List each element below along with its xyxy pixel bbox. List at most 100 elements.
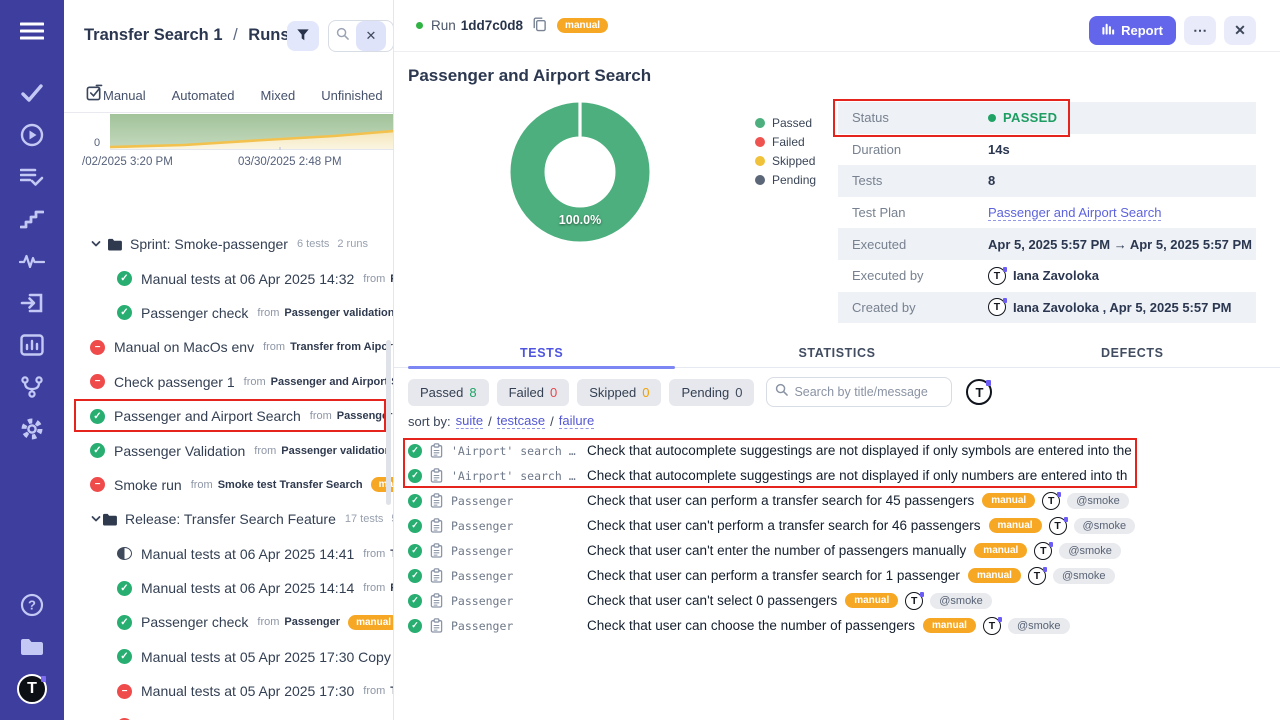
status-filter-chip[interactable]: Failed 0 — [497, 379, 570, 406]
tree-row[interactable]: Check passenger 1 from Passenger and Air… — [64, 365, 393, 399]
test-row[interactable]: 'Airport' search … Check that autocomple… — [394, 438, 1280, 463]
more-button[interactable]: ⋯ — [1184, 16, 1216, 45]
app-window: ? T Transfer Search 1 / Runs ✕ Manual — [0, 0, 1280, 720]
sort-link[interactable]: testcase — [497, 413, 545, 429]
assignee-filter-avatar-button[interactable]: T — [966, 379, 992, 405]
tree-row[interactable]: Manual tests at 06 Apr 2025 14:14 from P… — [64, 571, 393, 605]
test-row[interactable]: Passenger Check that user can perform a … — [394, 563, 1280, 588]
report-button-label: Report — [1121, 23, 1163, 38]
clear-search-button[interactable]: ✕ — [356, 21, 386, 51]
chip-count: 0 — [550, 385, 557, 400]
import-icon[interactable] — [11, 282, 53, 324]
tree-row[interactable]: Manual tests at 05 Apr 2025 17:30 Copy f… — [64, 640, 393, 674]
test-row[interactable]: Passenger Check that user can't perform … — [394, 513, 1280, 538]
from-label: from — [310, 410, 332, 422]
menu-icon[interactable] — [11, 10, 53, 52]
test-suite-name: Passenger — [451, 569, 583, 583]
run-details-table: Status PASSED Duration 14s Tests 8 Test … — [838, 102, 1256, 323]
chevron-down-icon[interactable] — [90, 238, 107, 250]
tree-row-label: Passenger Validation — [114, 443, 245, 459]
tests-icon[interactable] — [11, 72, 53, 114]
legend-item: Failed — [755, 132, 816, 151]
tab[interactable]: STATISTICS — [689, 338, 984, 367]
branch-icon[interactable] — [11, 366, 53, 408]
test-row[interactable]: Passenger Check that user can perform a … — [394, 488, 1280, 513]
sort-link[interactable]: suite — [456, 413, 483, 429]
test-row[interactable]: Passenger Check that user can choose the… — [394, 613, 1280, 638]
filter-button[interactable] — [287, 21, 319, 51]
detail-label: Duration — [838, 142, 988, 157]
runs-filter-tab[interactable]: Automated — [172, 88, 235, 103]
report-chart-icon — [1102, 23, 1115, 38]
analytics-icon[interactable] — [11, 324, 53, 366]
folder-tests-count: 17 tests — [345, 513, 384, 525]
tree-row[interactable]: Manual tests at 06 Apr 2025 14:32 from P… — [64, 261, 393, 295]
chip-label: Passed — [420, 385, 463, 400]
results-donut-chart: 100.0% — [495, 87, 665, 257]
test-plan-link[interactable]: Passenger and Airport Search — [988, 205, 1161, 221]
help-icon[interactable]: ? — [11, 584, 53, 626]
test-row[interactable]: Passenger Check that user can't enter th… — [394, 538, 1280, 563]
run-status-icon — [117, 271, 132, 286]
runs-tree: Sprint: Smoke-passenger 6 tests 2 runs M… — [64, 227, 393, 720]
source-suite-label: Tran — [390, 685, 393, 697]
run-status-dot — [416, 22, 423, 29]
test-title: Check that autocomplete suggestings are … — [587, 468, 1127, 483]
tree-row[interactable]: Sprint: Smoke-passenger 6 tests 2 runs — [64, 227, 393, 261]
tree-row[interactable]: Passenger check from Passenger validatio… — [64, 296, 393, 330]
test-row[interactable]: 'Airport' search … Check that autocomple… — [394, 463, 1280, 488]
chart-x-label-2: 03/30/2025 2:48 PM — [238, 156, 342, 168]
settings-icon[interactable] — [11, 408, 53, 450]
tree-scrollbar[interactable] — [386, 340, 391, 505]
tree-row[interactable]: Passenger Validation from Passenger vali… — [64, 433, 393, 467]
from-label: from — [363, 685, 385, 697]
tree-row[interactable]: Passenger and Airport Search from Passen… — [64, 399, 393, 433]
tab[interactable]: TESTS — [394, 338, 689, 367]
sort-link[interactable]: failure — [559, 413, 594, 429]
copy-run-id-button[interactable] — [532, 16, 547, 35]
avatar: T — [988, 298, 1006, 316]
runs-filter-tab[interactable]: Mixed — [261, 88, 296, 103]
tree-row[interactable]: Manual tests at 05 Apr 2025 17:30 from T… — [64, 674, 393, 708]
projects-icon[interactable] — [11, 626, 53, 668]
assignee-avatar: T — [1028, 567, 1046, 585]
from-label: from — [263, 341, 285, 353]
runs-filter-tab[interactable]: Unfinished — [321, 88, 382, 103]
smoke-tag: @smoke — [1059, 543, 1121, 559]
tree-row[interactable]: Manual tests at 06 Apr 2025 14:41 from T… — [64, 537, 393, 571]
tree-row-label: Manual tests at 06 Apr 2025 14:41 — [141, 546, 354, 562]
status-filter-chip[interactable]: Skipped 0 — [577, 379, 661, 406]
tree-row[interactable]: Release: Transfer Search Feature 17 test… — [64, 502, 393, 536]
test-plans-icon[interactable] — [11, 156, 53, 198]
runs-icon[interactable] — [11, 114, 53, 156]
tree-row[interactable]: Passenger check from Passenger manual 6 — [64, 605, 393, 639]
detail-row-created-by: Created by TIana Zavoloka , Apr 5, 2025 … — [838, 292, 1256, 324]
legend-label: Passed — [772, 116, 812, 130]
milestones-icon[interactable] — [11, 198, 53, 240]
report-button[interactable]: Report — [1089, 16, 1176, 45]
legend-label: Pending — [772, 173, 816, 187]
breadcrumb-project[interactable]: Transfer Search 1 — [84, 26, 223, 44]
legend-dot — [755, 137, 765, 147]
tree-row[interactable]: Manual tests at 06 May 2025 14:4 — [64, 708, 393, 720]
pulse-icon[interactable] — [11, 240, 53, 282]
tests-search-input[interactable] — [794, 385, 934, 399]
tree-row[interactable]: Manual on MacOs env from Transfer from A… — [64, 330, 393, 364]
runs-filter-tab[interactable]: Manual — [103, 88, 146, 103]
status-filter-chip[interactable]: Passed 8 — [408, 379, 489, 406]
from-label: from — [257, 307, 279, 319]
test-title: Check that user can't perform a transfer… — [587, 518, 981, 533]
tree-row[interactable]: Smoke run from Smoke test Transfer Searc… — [64, 468, 393, 502]
legend-dot — [755, 156, 765, 166]
test-row[interactable]: Passenger Check that user can't select 0… — [394, 588, 1280, 613]
chevron-down-icon[interactable] — [90, 513, 102, 525]
detail-label: Executed — [838, 237, 988, 252]
close-run-button[interactable]: ✕ — [1224, 16, 1256, 45]
tab[interactable]: DEFECTS — [985, 338, 1280, 367]
tree-row-label: Manual tests at 05 Apr 2025 17:30 Copy — [141, 649, 391, 665]
status-filter-chip[interactable]: Pending 0 — [669, 379, 754, 406]
workspace-logo[interactable]: T — [11, 668, 53, 710]
testcase-clipboard-icon — [430, 543, 443, 558]
detail-row-executed: Executed Apr 5, 2025 5:57 PM → Apr 5, 20… — [838, 228, 1256, 260]
select-all-icon[interactable] — [86, 84, 103, 106]
